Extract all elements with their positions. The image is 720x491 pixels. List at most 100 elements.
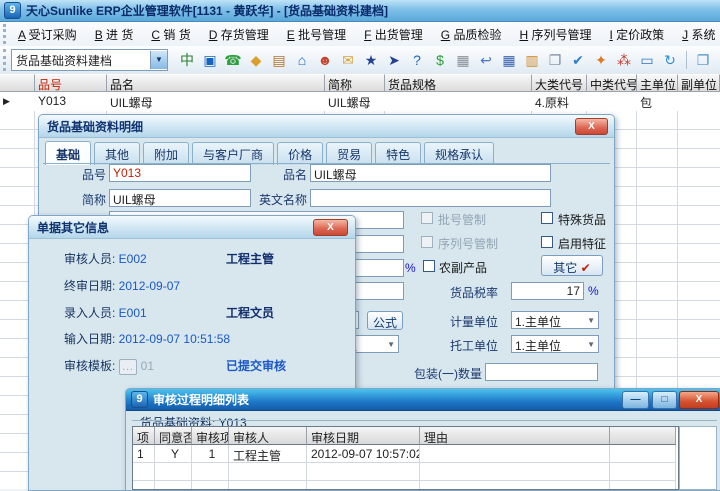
audit-minimize-button[interactable]: — (622, 391, 649, 409)
menu-item-f[interactable]: F 出货管理 (355, 24, 432, 45)
grid-cell-6[interactable] (587, 92, 637, 111)
bell-icon[interactable]: ✦ (592, 51, 610, 69)
tab-与客户厂商[interactable]: 与客户厂商 (192, 142, 274, 165)
ime-switch-icon[interactable]: 中 (178, 51, 196, 69)
archive-box-icon[interactable]: ▥ (523, 51, 541, 69)
chevron-down-icon[interactable]: ▼ (150, 51, 167, 69)
undo-icon[interactable]: ↩ (477, 51, 495, 69)
audit-empty-cell[interactable] (192, 463, 229, 481)
toolbar-grip[interactable] (3, 49, 6, 71)
briefcase-icon[interactable]: ▤ (270, 51, 288, 69)
audit-cell[interactable]: 工程主管 (229, 445, 307, 463)
audit-cell[interactable]: Y (155, 445, 192, 463)
consign-unit-dropdown[interactable]: 1.主单位 ▼ (511, 335, 599, 353)
grid-cell-7[interactable]: 包 (637, 92, 678, 111)
short-name-input[interactable]: UIL螺母 (109, 189, 251, 207)
tab-特色[interactable]: 特色 (375, 142, 421, 165)
calculator-icon[interactable]: ▦ (500, 51, 518, 69)
template-picker-button[interactable]: … (119, 359, 137, 375)
money-icon[interactable]: $ (431, 51, 449, 69)
tab-基础[interactable]: 基础 (45, 141, 91, 165)
agri-product-checkbox[interactable] (423, 260, 435, 272)
grid-cell-8[interactable] (678, 92, 720, 111)
phone-icon[interactable]: ☎ (224, 51, 242, 69)
audit-cell[interactable]: 1 (192, 445, 229, 463)
audit-header-6[interactable] (610, 427, 676, 445)
audit-header-0[interactable]: 项 (133, 427, 155, 445)
tax-rate-input[interactable]: 17 (511, 282, 584, 300)
mail-icon[interactable]: ✉ (339, 51, 357, 69)
audit-empty-cell[interactable] (229, 463, 307, 481)
chevron-down-icon[interactable]: ▼ (387, 340, 395, 349)
users-icon[interactable]: ☻ (316, 51, 334, 69)
function-combobox[interactable]: 货品基础资料建档 ▼ (11, 49, 168, 71)
audit-cell[interactable] (420, 445, 610, 463)
doc-other-info-close-button[interactable]: X (313, 219, 348, 236)
home-icon[interactable]: ⌂ (293, 51, 311, 69)
refresh-icon[interactable]: ↻ (661, 51, 679, 69)
special-goods-checkbox[interactable] (541, 212, 553, 224)
chevron-down-icon[interactable]: ▼ (587, 340, 595, 349)
audit-close-button[interactable]: X (679, 391, 719, 409)
cart-icon[interactable]: ▦ (454, 51, 472, 69)
audit-maximize-button[interactable]: □ (652, 391, 677, 409)
grid-header-8[interactable]: 副单位 (678, 74, 720, 92)
grid-header-6[interactable]: 中类代号 (587, 74, 637, 92)
package-qty-input[interactable] (485, 363, 598, 381)
enable-feature-checkbox[interactable] (541, 236, 553, 248)
remote-desktop-icon[interactable]: ▭ (638, 51, 656, 69)
lock-icon[interactable]: ◆ (247, 51, 265, 69)
grid-header-7[interactable]: 主单位 (637, 74, 678, 92)
menu-item-j[interactable]: J 系统 (673, 24, 720, 45)
serial-control-checkbox[interactable] (421, 236, 433, 248)
measure-unit-dropdown[interactable]: 1.主单位 ▼ (511, 311, 599, 329)
grid-header-1[interactable]: 品号 (35, 74, 107, 92)
doc-other-info-titlebar[interactable]: 单据其它信息 (29, 216, 355, 239)
menu-item-e[interactable]: E 批号管理 (278, 24, 355, 45)
menu-item-i[interactable]: I 定价政策 (600, 24, 673, 45)
item-detail-dialog-titlebar[interactable]: 货品基础资料明细 (39, 115, 614, 138)
bookmark-icon[interactable]: ★ (362, 51, 380, 69)
menu-item-d[interactable]: D 存货管理 (200, 24, 278, 45)
grid-cell-1[interactable]: Y013 (35, 92, 107, 111)
batch-control-checkbox[interactable] (421, 212, 433, 224)
audit-empty-cell[interactable] (133, 463, 155, 481)
pin-icon[interactable]: ➤ (385, 51, 403, 69)
audit-empty-cell[interactable] (155, 463, 192, 481)
tab-附加[interactable]: 附加 (143, 142, 189, 165)
item-detail-close-button[interactable]: X (575, 118, 608, 135)
grid-header-3[interactable]: 简称 (325, 74, 385, 92)
audit-empty-cell[interactable] (610, 463, 676, 481)
menu-item-h[interactable]: H 序列号管理 (510, 24, 600, 45)
audit-header-5[interactable]: 理由 (420, 427, 610, 445)
item-no-input[interactable]: Y013 (109, 164, 251, 182)
tab-贸易[interactable]: 贸易 (326, 142, 372, 165)
menu-item-g[interactable]: G 品质检验 (432, 24, 511, 45)
window-titlebar[interactable]: 9 天心Sunlike ERP企业管理软件[1131 - 黄跃华] - [货品基… (0, 0, 720, 22)
menu-item-a[interactable]: A 受订采购 (9, 24, 86, 45)
grid-marker-header[interactable] (0, 74, 35, 92)
grid-header-4[interactable]: 货品规格 (385, 74, 532, 92)
grid-cell-3[interactable]: UIL螺母 (325, 92, 385, 111)
audit-header-1[interactable]: 同意否 (155, 427, 192, 445)
grid-header-2[interactable]: 品名 (107, 74, 325, 92)
audit-cell[interactable]: 1 (133, 445, 155, 463)
tab-价格[interactable]: 价格 (277, 142, 323, 165)
audit-header-2[interactable]: 审核项 (192, 427, 229, 445)
audit-empty-cell[interactable] (420, 463, 610, 481)
help-icon[interactable]: ? (408, 51, 426, 69)
formula-button[interactable]: 公式 (367, 311, 403, 330)
audit-empty-cell[interactable] (307, 463, 420, 481)
tab-其他[interactable]: 其他 (94, 142, 140, 165)
audit-cell[interactable]: 2012-09-07 10:57:02 (307, 445, 420, 463)
workstation-icon[interactable]: ▣ (201, 51, 219, 69)
menu-item-b[interactable]: B 进 货 (86, 24, 143, 45)
grid-header-5[interactable]: 大类代号 (532, 74, 587, 92)
orgchart-icon[interactable]: ⁂ (615, 51, 633, 69)
audit-header-4[interactable]: 审核日期 (307, 427, 420, 445)
english-name-input[interactable] (310, 189, 551, 207)
copy-icon[interactable]: ❐ (546, 51, 564, 69)
audit-cell[interactable] (610, 445, 676, 463)
approve-check-icon[interactable]: ✔ (569, 51, 587, 69)
item-name-input[interactable]: UIL螺母 (310, 164, 551, 182)
